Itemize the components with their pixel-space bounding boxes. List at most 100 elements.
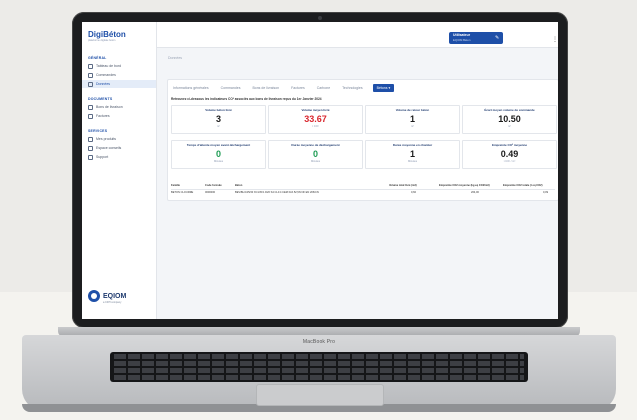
content-panel: Informations générales Commandes Bons de… [167, 79, 558, 201]
orders-icon [88, 72, 93, 78]
kpi-unit: m³ [410, 125, 415, 128]
keyboard-row [114, 368, 524, 373]
column-header[interactable]: Empreinte CO2 moyenne (kg eq CO2/m3) [439, 184, 490, 187]
kpi-unit: m³ [507, 125, 512, 128]
dashboard-icon [88, 63, 93, 69]
sidebar-item-orders[interactable]: Commandes [82, 71, 156, 79]
section-description: Retrouvez ci-dessous les indicateurs CO²… [171, 97, 322, 101]
sidebar-item-label: Commandes [96, 73, 116, 77]
kpi-title: Empreinte CO² moyenne [491, 143, 527, 147]
laptop-screen: DigiBéton plateforme digitale béton GÉNÉ… [82, 22, 558, 319]
eqiom-logo-icon [88, 290, 100, 302]
nav-heading-general: GÉNÉRAL [88, 56, 107, 60]
laptop-lid: DigiBéton plateforme digitale béton GÉNÉ… [72, 12, 568, 328]
table-cell: 0,09 [543, 191, 549, 194]
kpi-value: 0 [312, 149, 318, 159]
column-header[interactable]: Empreinte CO2 totale (t eq CO2) [503, 184, 543, 187]
sidebar-item-label: Tableau de bord [96, 64, 122, 68]
brand-name: EQIOM [103, 292, 127, 300]
tab-delivery-notes[interactable]: Bons de livraison [250, 84, 281, 92]
kpi-title: Durée moyenne de déchargement [291, 143, 340, 147]
kpi-title: Volume moyen livré [301, 108, 330, 112]
support-icon [88, 154, 93, 160]
sidebar-item-label: Espace conseils [96, 146, 122, 150]
keyboard [110, 352, 528, 382]
advice-icon [88, 145, 93, 151]
sidebar-item-delivery-notes[interactable]: Bons de livraison [82, 103, 156, 111]
kpi-unit: Minutes [213, 160, 224, 163]
sidebar: DigiBéton plateforme digitale béton GÉNÉ… [82, 22, 157, 319]
trackpad [256, 384, 384, 406]
pencil-icon: ✎ [495, 35, 500, 41]
table-row[interactable]: BETON CLOURRE 0000000 BEV/BL/C25/30 XC1/… [171, 190, 555, 196]
kpi-unit: Minutes [310, 160, 321, 163]
kpi-unit: m³ [216, 125, 221, 128]
sidebar-item-invoices[interactable]: Factures [82, 112, 156, 120]
tab-orders[interactable]: Commandes [219, 84, 243, 92]
kpi-value: 33.67 [304, 114, 327, 124]
table-cell: 0,60 [411, 191, 417, 194]
kpi-unit: Minutes [407, 160, 418, 163]
sidebar-item-data[interactable]: Données [82, 80, 156, 88]
kpi-card: Volume moyen livré 33.67 t CO² [268, 105, 363, 134]
camera-dot [318, 16, 322, 20]
products-icon [88, 136, 93, 142]
kpi-value: 0.49 [500, 149, 519, 159]
sidebar-item-label: Bons de livraison [96, 105, 123, 109]
table-cell: BETON CLOURRE [171, 191, 194, 194]
sidebar-item-advice[interactable]: Espace conseils [82, 144, 156, 152]
data-icon [88, 81, 93, 87]
tab-concrete[interactable]: Bétons ▾ [372, 84, 395, 92]
kpi-title: Volume de retour béton [395, 108, 430, 112]
sidebar-item-dashboard[interactable]: Tableau de bord [82, 62, 156, 70]
kpi-value: 10.50 [498, 114, 521, 124]
user-account-button[interactable]: Utilisateur EQIOM Béton ✎ [449, 32, 503, 44]
kpi-card: Empreinte CO² moyenne 0.49 t CO² / m³ [462, 140, 557, 169]
kpi-card: Durée moyenne en chantier 1 Minutes [365, 140, 460, 169]
column-header[interactable]: Volume total livré (m3) [389, 184, 417, 187]
sidebar-item-label: Données [96, 82, 111, 86]
kpi-value: 3 [215, 114, 221, 124]
invoice-icon [88, 113, 93, 119]
kpi-title: Durée moyenne en chantier [392, 143, 433, 147]
device-label: MacBook Pro [302, 339, 336, 345]
app-logo-tagline: plateforme digitale béton [88, 39, 116, 42]
sidebar-item-products[interactable]: Mes produits [82, 135, 156, 143]
table-cell: 264,00 [471, 191, 479, 194]
kpi-value: 1 [409, 114, 415, 124]
user-name: Utilisateur [453, 33, 471, 37]
breadcrumb: Données [168, 56, 183, 60]
tab-invoices[interactable]: Factures [289, 84, 307, 92]
nav-heading-services: SERVICES [88, 129, 108, 133]
kpi-value: 1 [409, 149, 415, 159]
keyboard-row [114, 375, 524, 380]
kpi-unit: t CO² [312, 125, 319, 128]
more-menu-icon[interactable]: ⋮ [552, 36, 558, 43]
sidebar-item-support[interactable]: Support [82, 153, 156, 161]
delivery-note-icon [88, 104, 93, 110]
table-cell: 0000000 [205, 191, 216, 194]
kpi-unit: t CO² / m³ [503, 160, 516, 163]
sidebar-item-label: Support [96, 155, 109, 159]
app-logo[interactable]: DigiBéton [88, 30, 126, 39]
nav-heading-documents: DOCUMENTS [88, 97, 113, 101]
kpi-card: Durée moyenne de déchargement 0 Minutes [268, 140, 363, 169]
sidebar-item-label: Mes produits [96, 137, 117, 141]
kpi-title: Écart moyen volume de commande [484, 108, 535, 112]
keyboard-row [114, 354, 524, 359]
column-header[interactable]: Famille [171, 184, 180, 187]
kpi-card: Volume béton livré 3 m³ [171, 105, 266, 134]
sidebar-item-label: Factures [96, 114, 110, 118]
table-cell: BEV/BL/C25/30 XC1/XF1 D20 S4 CL0.4 CEM I… [235, 191, 319, 194]
user-role: EQIOM Béton [453, 38, 471, 42]
tab-technologies[interactable]: Technologies [340, 84, 364, 92]
kpi-value: 0 [215, 149, 221, 159]
tab-general-info[interactable]: Informations générales [171, 84, 211, 92]
kpi-card: Temps d'attente moyen avant déchargement… [171, 140, 266, 169]
tab-carbon[interactable]: Carbone [315, 84, 332, 92]
kpi-card: Écart moyen volume de commande 10.50 m³ [462, 105, 557, 134]
column-header[interactable]: Béton [235, 184, 242, 187]
column-header[interactable]: Code formule [205, 184, 222, 187]
keyboard-row [114, 361, 524, 366]
kpi-title: Volume béton livré [205, 108, 232, 112]
